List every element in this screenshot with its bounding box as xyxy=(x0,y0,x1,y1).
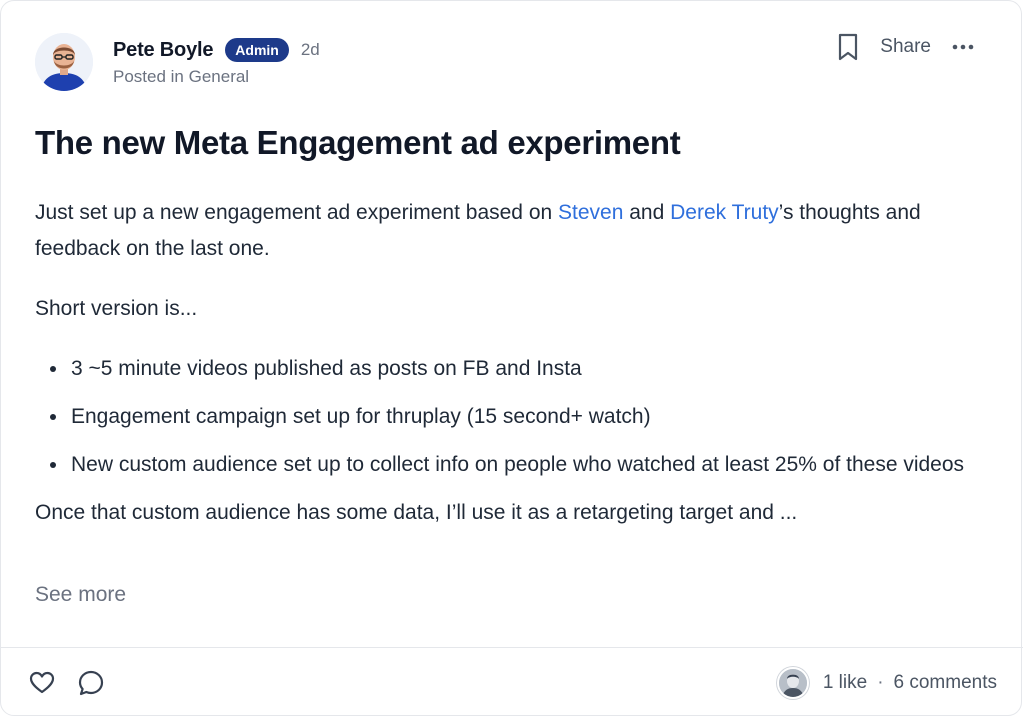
post-time: 2d xyxy=(300,40,320,59)
list-item: 3 ~5 minute videos published as posts on… xyxy=(35,351,985,387)
comment-icon[interactable] xyxy=(77,669,105,702)
post-actions: Share xyxy=(836,31,975,63)
posted-in-category[interactable]: Posted in General xyxy=(113,67,249,87)
comments-count[interactable]: 6 comments xyxy=(894,672,997,694)
author-avatar[interactable] xyxy=(35,33,93,91)
post-card: Pete Boyle Admin 2d Posted in General Sh… xyxy=(0,0,1023,716)
author-row: Pete Boyle Admin 2d xyxy=(113,35,320,65)
paragraph-text: Just set up a new engagement ad experime… xyxy=(35,201,559,224)
liker-avatar[interactable] xyxy=(776,667,809,699)
post-paragraph-truncated: Once that custom audience has some data,… xyxy=(35,501,798,524)
post-paragraph: Just set up a new engagement ad experime… xyxy=(35,195,985,267)
heart-icon[interactable] xyxy=(29,671,55,700)
author-name[interactable]: Pete Boyle xyxy=(113,39,213,62)
mention-derek-truty[interactable]: Derek Truty xyxy=(670,201,779,224)
see-more-link[interactable]: See more xyxy=(35,583,126,607)
list-item: Engagement campaign set up for thruplay … xyxy=(35,399,985,435)
paragraph-text: and xyxy=(623,201,671,224)
post-title[interactable]: The new Meta Engagement ad experiment xyxy=(35,121,681,165)
separator-dot: · xyxy=(877,672,884,693)
list-item: New custom audience set up to collect in… xyxy=(35,447,985,483)
engagement-summary: 1 like · 6 comments xyxy=(776,667,997,699)
admin-badge: Admin xyxy=(225,38,289,62)
mention-steven[interactable]: Steven xyxy=(558,201,623,224)
likes-count[interactable]: 1 like xyxy=(823,672,867,694)
post-paragraph: Short version is... xyxy=(35,297,198,320)
reaction-actions xyxy=(29,669,105,702)
post-body: Just set up a new engagement ad experime… xyxy=(35,195,985,531)
share-button[interactable]: Share xyxy=(880,36,931,58)
bookmark-icon[interactable] xyxy=(836,32,860,62)
more-options-icon[interactable] xyxy=(951,35,975,59)
bullet-list: 3 ~5 minute videos published as posts on… xyxy=(35,351,985,483)
footer-divider xyxy=(1,647,1023,648)
